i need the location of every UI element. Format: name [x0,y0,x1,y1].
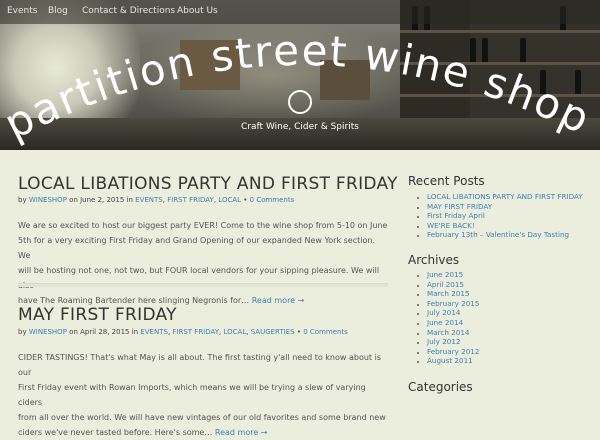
archive-link[interactable]: July 2012 [427,337,479,347]
excerpt-line: We are so excited to host our biggest pa… [18,221,388,230]
excerpt-line: CIDER TASTINGS! That's what May is all a… [18,353,381,377]
nav-contact-directions[interactable]: Contact & Directions [82,6,175,16]
archive-link[interactable]: February 2015 [427,299,479,309]
excerpt-line: 5th for a very exciting First Friday and… [18,236,375,260]
category-link[interactable]: FIRST FRIDAY [172,328,219,336]
recent-post-link[interactable]: LOCAL LIBATIONS PARTY AND FIRST FRIDAY [427,192,583,202]
category-link[interactable]: LOCAL [224,328,247,336]
post-title[interactable]: LOCAL LIBATIONS PARTY AND FIRST FRIDAY [18,174,398,194]
post-excerpt: CIDER TASTINGS! That's what May is all a… [18,350,388,440]
archive-link[interactable]: June 2014 [427,318,479,328]
category-link[interactable]: FIRST FRIDAY [167,196,214,204]
meta-date: on April 28, 2015 in [69,328,139,336]
meta-by: by [18,328,27,336]
archive-link[interactable]: June 2015 [427,270,479,280]
archive-link[interactable]: March 2015 [427,289,479,299]
category-link[interactable]: SAUGERTIES [251,328,295,336]
top-navigation: Events Blog Contact & Directions About U… [0,0,600,24]
archives-list: June 2015 April 2015 March 2015 February… [418,270,479,366]
logo-ring-icon [288,90,312,114]
recent-post-link[interactable]: First Friday April [427,211,583,221]
excerpt-line: ciders we've never tasted before. Here's… [18,428,213,437]
site-tagline: Craft Wine, Cider & Spirits [241,122,359,132]
excerpt-line: have The Roaming Bartender here slinging… [18,296,250,305]
read-more-link[interactable]: Read more → [215,428,268,437]
nav-blog[interactable]: Blog [48,6,68,16]
post-meta: by WINESHOP on June 2, 2015 in EVENTS, F… [18,196,295,204]
recent-post-link[interactable]: MAY FIRST FRIDAY [427,202,583,212]
recent-post-link[interactable]: WE'RE BACK! [427,221,583,231]
comments-link[interactable]: 0 Comments [250,196,295,204]
excerpt-line: First Friday event with Rowan Imports, w… [18,383,366,407]
recent-post-link[interactable]: February 13th – Valentine's Day Tasting [427,230,583,240]
archive-link[interactable]: April 2015 [427,280,479,290]
excerpt-line: from all over the world. We will have ne… [18,413,386,422]
archive-link[interactable]: August 2011 [427,356,479,366]
post-author-link[interactable]: WINESHOP [29,328,67,336]
nav-events[interactable]: Events [7,6,37,16]
meta-by: by [18,196,27,204]
comments-link[interactable]: 0 Comments [303,328,348,336]
post-title[interactable]: MAY FIRST FRIDAY [18,305,177,325]
recent-posts-title: Recent Posts [408,174,485,188]
post-author-link[interactable]: WINESHOP [29,196,67,204]
read-more-link[interactable]: Read more → [252,296,305,305]
header-banner: partition street wine shop Craft Wine, C… [0,0,600,150]
categories-title: Categories [408,380,473,394]
archive-link[interactable]: February 2012 [427,347,479,357]
post-divider [18,283,388,287]
archive-link[interactable]: March 2014 [427,328,479,338]
nav-about-us[interactable]: About Us [177,6,218,16]
post-excerpt: We are so excited to host our biggest pa… [18,218,388,308]
category-link[interactable]: LOCAL [218,196,241,204]
meta-date: on June 2, 2015 in [69,196,133,204]
post-meta: by WINESHOP on April 28, 2015 in EVENTS,… [18,328,348,336]
archives-title: Archives [408,253,460,267]
category-link[interactable]: EVENTS [140,328,168,336]
category-link[interactable]: EVENTS [135,196,163,204]
recent-posts-list: LOCAL LIBATIONS PARTY AND FIRST FRIDAY M… [418,192,583,240]
archive-link[interactable]: July 2014 [427,308,479,318]
